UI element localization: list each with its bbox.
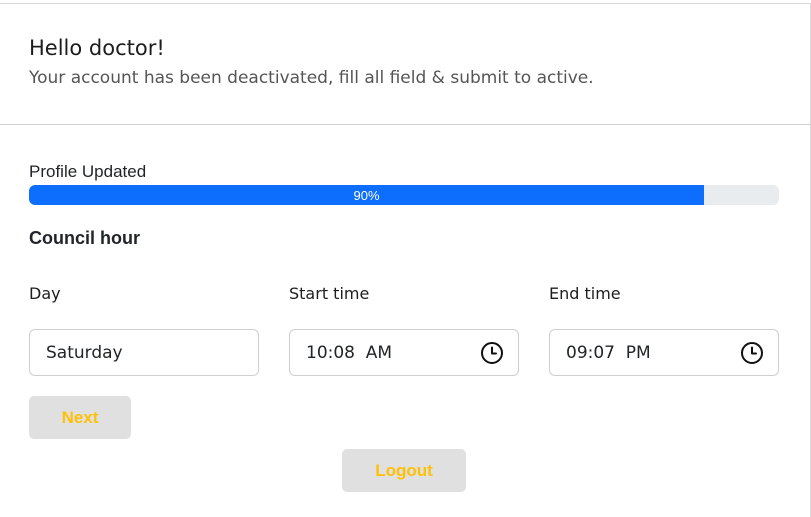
greeting-heading: Hello doctor!: [29, 36, 165, 60]
start-time-value: 10:08 AM: [306, 342, 393, 363]
progress-bar: 90%: [29, 185, 779, 205]
next-button[interactable]: Next: [29, 396, 131, 439]
clock-icon[interactable]: [740, 341, 764, 365]
page: Hello doctor! Your account has been deac…: [0, 0, 811, 517]
header: Hello doctor! Your account has been deac…: [0, 4, 810, 125]
day-input[interactable]: Saturday: [29, 329, 259, 376]
end-time-input[interactable]: 09:07 PM: [549, 329, 779, 376]
end-time-label: End time: [549, 284, 621, 303]
section-title: Council hour: [29, 228, 140, 248]
day-value: Saturday: [46, 342, 123, 363]
clock-icon[interactable]: [480, 341, 504, 365]
logout-button[interactable]: Logout: [342, 449, 466, 492]
deactivation-message: Your account has been deactivated, fill …: [29, 68, 594, 88]
start-time-input[interactable]: 10:08 AM: [289, 329, 519, 376]
day-label: Day: [29, 284, 61, 303]
progress-label: Profile Updated: [29, 162, 147, 181]
progress-fill: 90%: [29, 185, 704, 205]
start-time-label: Start time: [289, 284, 370, 303]
end-time-value: 09:07 PM: [566, 342, 651, 363]
